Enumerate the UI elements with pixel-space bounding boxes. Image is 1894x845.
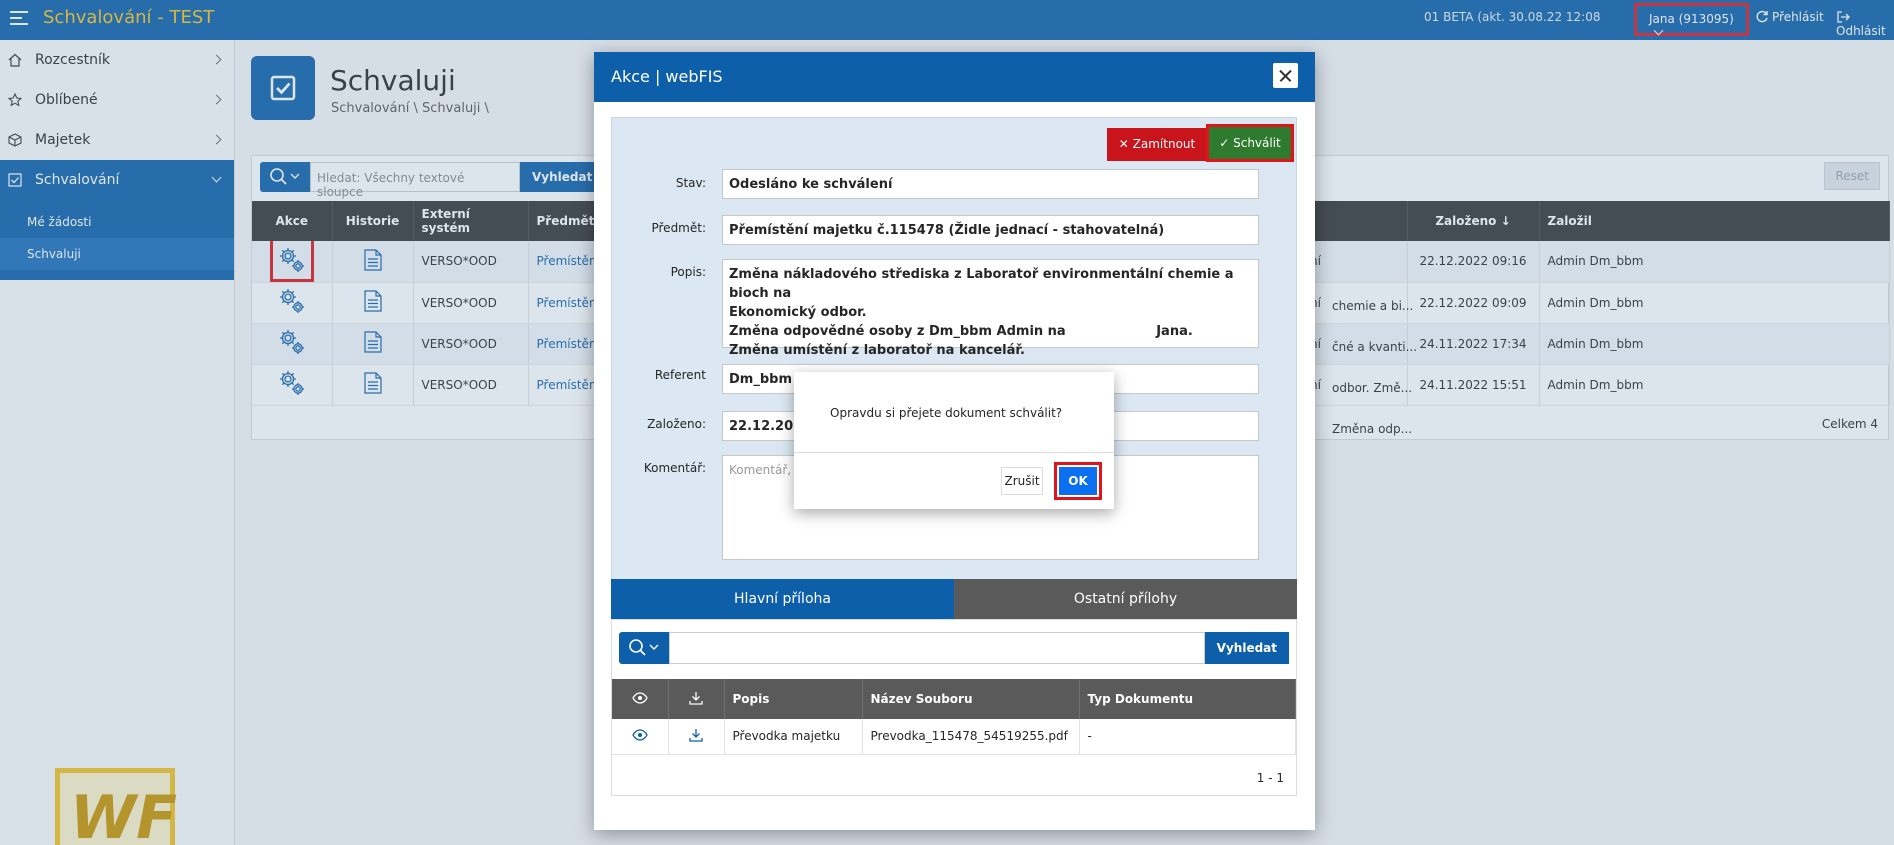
column-header[interactable]: Popis bbox=[724, 679, 863, 719]
reject-button[interactable]: ✕ Zamítnout bbox=[1107, 128, 1207, 161]
popis-line: Změna odpovědné osoby z Dm_bbm Admin na … bbox=[729, 324, 1193, 339]
approve-button[interactable]: ✓ Schválit bbox=[1206, 124, 1294, 162]
ok-button[interactable]: OK bbox=[1059, 467, 1097, 495]
view-cell[interactable] bbox=[612, 719, 669, 755]
dialog-title: Akce | webFIS bbox=[611, 67, 723, 86]
check-icon: ✓ bbox=[1219, 136, 1230, 150]
popis-label: Popis: bbox=[670, 265, 706, 279]
popis-field: Změna nákladového střediska z Laboratoř … bbox=[722, 259, 1259, 358]
column-header[interactable]: Název Souboru bbox=[862, 679, 1080, 719]
dialog-form: ✕ Zamítnout ✓ Schválit Stav: Odesláno ke… bbox=[611, 117, 1297, 583]
stav-field: Odesláno ke schválení bbox=[722, 169, 1259, 199]
x-icon: ✕ bbox=[1118, 137, 1129, 151]
dialog-header: Akce | webFIS bbox=[594, 52, 1315, 102]
predmet-label: Předmět: bbox=[651, 221, 706, 235]
referent-label: Referent bbox=[654, 368, 706, 382]
attachment-table: Popis Název Souboru Typ Dokumentu Převod… bbox=[612, 679, 1296, 755]
attachment-desc: Převodka majetku bbox=[724, 719, 863, 755]
download-icon[interactable] bbox=[689, 728, 703, 742]
attachment-type: - bbox=[1079, 719, 1296, 755]
download-cell[interactable] bbox=[668, 719, 725, 755]
attachment-row: Převodka majetku Prevodka_115478_5451925… bbox=[612, 719, 1296, 755]
attachment-search-bar: Vyhledat bbox=[619, 632, 1289, 664]
popis-line: Ekonomický odbor. bbox=[729, 305, 867, 320]
confirm-message: Opravdu si přejete dokument schválit? bbox=[830, 406, 1063, 420]
stav-label: Stav: bbox=[675, 176, 706, 190]
tab-other-attachments[interactable]: Ostatní přílohy bbox=[954, 579, 1297, 619]
approve-label: Schválit bbox=[1233, 136, 1281, 150]
attachment-search-input[interactable] bbox=[669, 632, 1205, 664]
attachment-filename: Prevodka_115478_54519255.pdf bbox=[862, 719, 1080, 755]
confirm-dialog: Opravdu si přejete dokument schválit? Zr… bbox=[794, 372, 1114, 509]
divider bbox=[794, 452, 1114, 453]
attachment-search-button[interactable]: Vyhledat bbox=[1204, 632, 1289, 664]
komentar-label: Komentář: bbox=[643, 461, 706, 475]
popis-line: Změna umístění z laboratoř na kancelář. bbox=[729, 343, 1025, 358]
attachment-tabs: Hlavní příloha Ostatní přílohy bbox=[611, 579, 1297, 619]
popis-line: Změna nákladového střediska z Laboratoř … bbox=[729, 267, 1234, 301]
reject-label: Zamítnout bbox=[1132, 137, 1196, 151]
search-icon bbox=[629, 639, 659, 656]
close-icon[interactable] bbox=[1273, 63, 1298, 88]
view-column-header bbox=[612, 679, 669, 719]
tab-main-attachment[interactable]: Hlavní příloha bbox=[611, 579, 954, 619]
attachment-search-column-button[interactable] bbox=[619, 632, 669, 664]
cancel-button[interactable]: Zrušit bbox=[1001, 467, 1043, 495]
download-icon bbox=[689, 691, 703, 705]
download-column-header bbox=[668, 679, 725, 719]
eye-icon bbox=[632, 691, 648, 704]
zalozeno-label: Založeno: bbox=[647, 417, 706, 431]
predmet-field: Přemístění majetku č.115478 (Židle jedna… bbox=[722, 215, 1259, 245]
attachment-panel: Vyhledat Popis Název Souboru Typ Dokumen… bbox=[611, 619, 1297, 796]
ok-button-highlight: OK bbox=[1054, 462, 1102, 500]
column-header[interactable]: Typ Dokumentu bbox=[1079, 679, 1296, 719]
eye-icon[interactable] bbox=[632, 729, 648, 741]
pagination: 1 - 1 bbox=[1256, 771, 1284, 785]
